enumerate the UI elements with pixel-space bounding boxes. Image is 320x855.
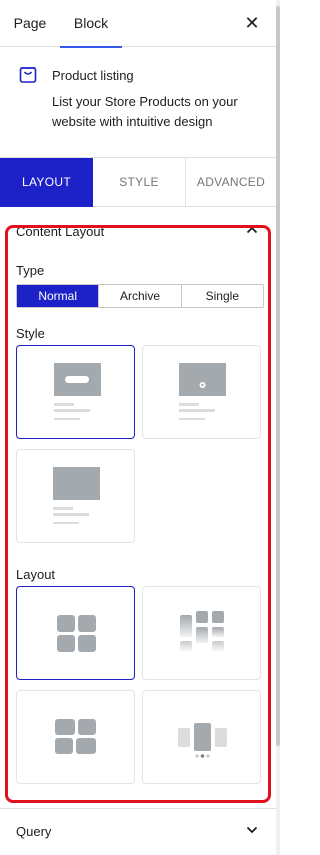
layout-option-masonry[interactable] (142, 586, 261, 680)
chevron-down-icon (246, 826, 258, 834)
type-segmented-control: Normal Archive Single (16, 284, 264, 308)
tab-advanced[interactable]: ADVANCED (186, 158, 276, 207)
grid-layout-icon (57, 615, 96, 652)
style-option-3[interactable] (16, 449, 135, 543)
query-panel-header[interactable]: Query (0, 809, 276, 855)
tab-block[interactable]: Block (60, 0, 122, 48)
type-label: Type (16, 263, 45, 278)
type-option-archive[interactable]: Archive (98, 285, 180, 307)
style-option-2[interactable] (142, 345, 261, 439)
scrollbar[interactable] (276, 0, 280, 855)
close-icon[interactable]: ✕ (242, 12, 262, 34)
tab-page[interactable]: Page (0, 0, 60, 47)
settings-tabs: LAYOUT STYLE ADVANCED (0, 157, 276, 207)
block-description: List your Store Products on your website… (52, 94, 238, 129)
list-layout-icon (55, 719, 96, 754)
layout-label: Layout (16, 567, 56, 582)
layout-option-list[interactable] (16, 690, 135, 784)
style-option-1[interactable] (16, 345, 135, 439)
scrollbar-thumb[interactable] (276, 6, 280, 746)
style-3-preview-icon (53, 467, 100, 524)
layout-option-grid[interactable] (16, 586, 135, 680)
style-label: Style (16, 326, 45, 341)
style-1-preview-icon (54, 363, 101, 420)
sidebar-tabs: Page Block ✕ (0, 0, 276, 48)
masonry-layout-icon (180, 611, 224, 651)
store-bag-icon (19, 67, 37, 83)
carousel-layout-icon (178, 723, 227, 758)
tab-style[interactable]: STYLE (93, 158, 186, 207)
layout-option-carousel[interactable] (142, 690, 261, 784)
block-title: Product listing (52, 68, 134, 83)
tab-layout[interactable]: LAYOUT (0, 158, 93, 207)
type-option-normal[interactable]: Normal (17, 285, 99, 307)
style-2-preview-icon (179, 363, 226, 420)
type-option-single[interactable]: Single (180, 285, 263, 307)
query-title: Query (16, 824, 52, 839)
